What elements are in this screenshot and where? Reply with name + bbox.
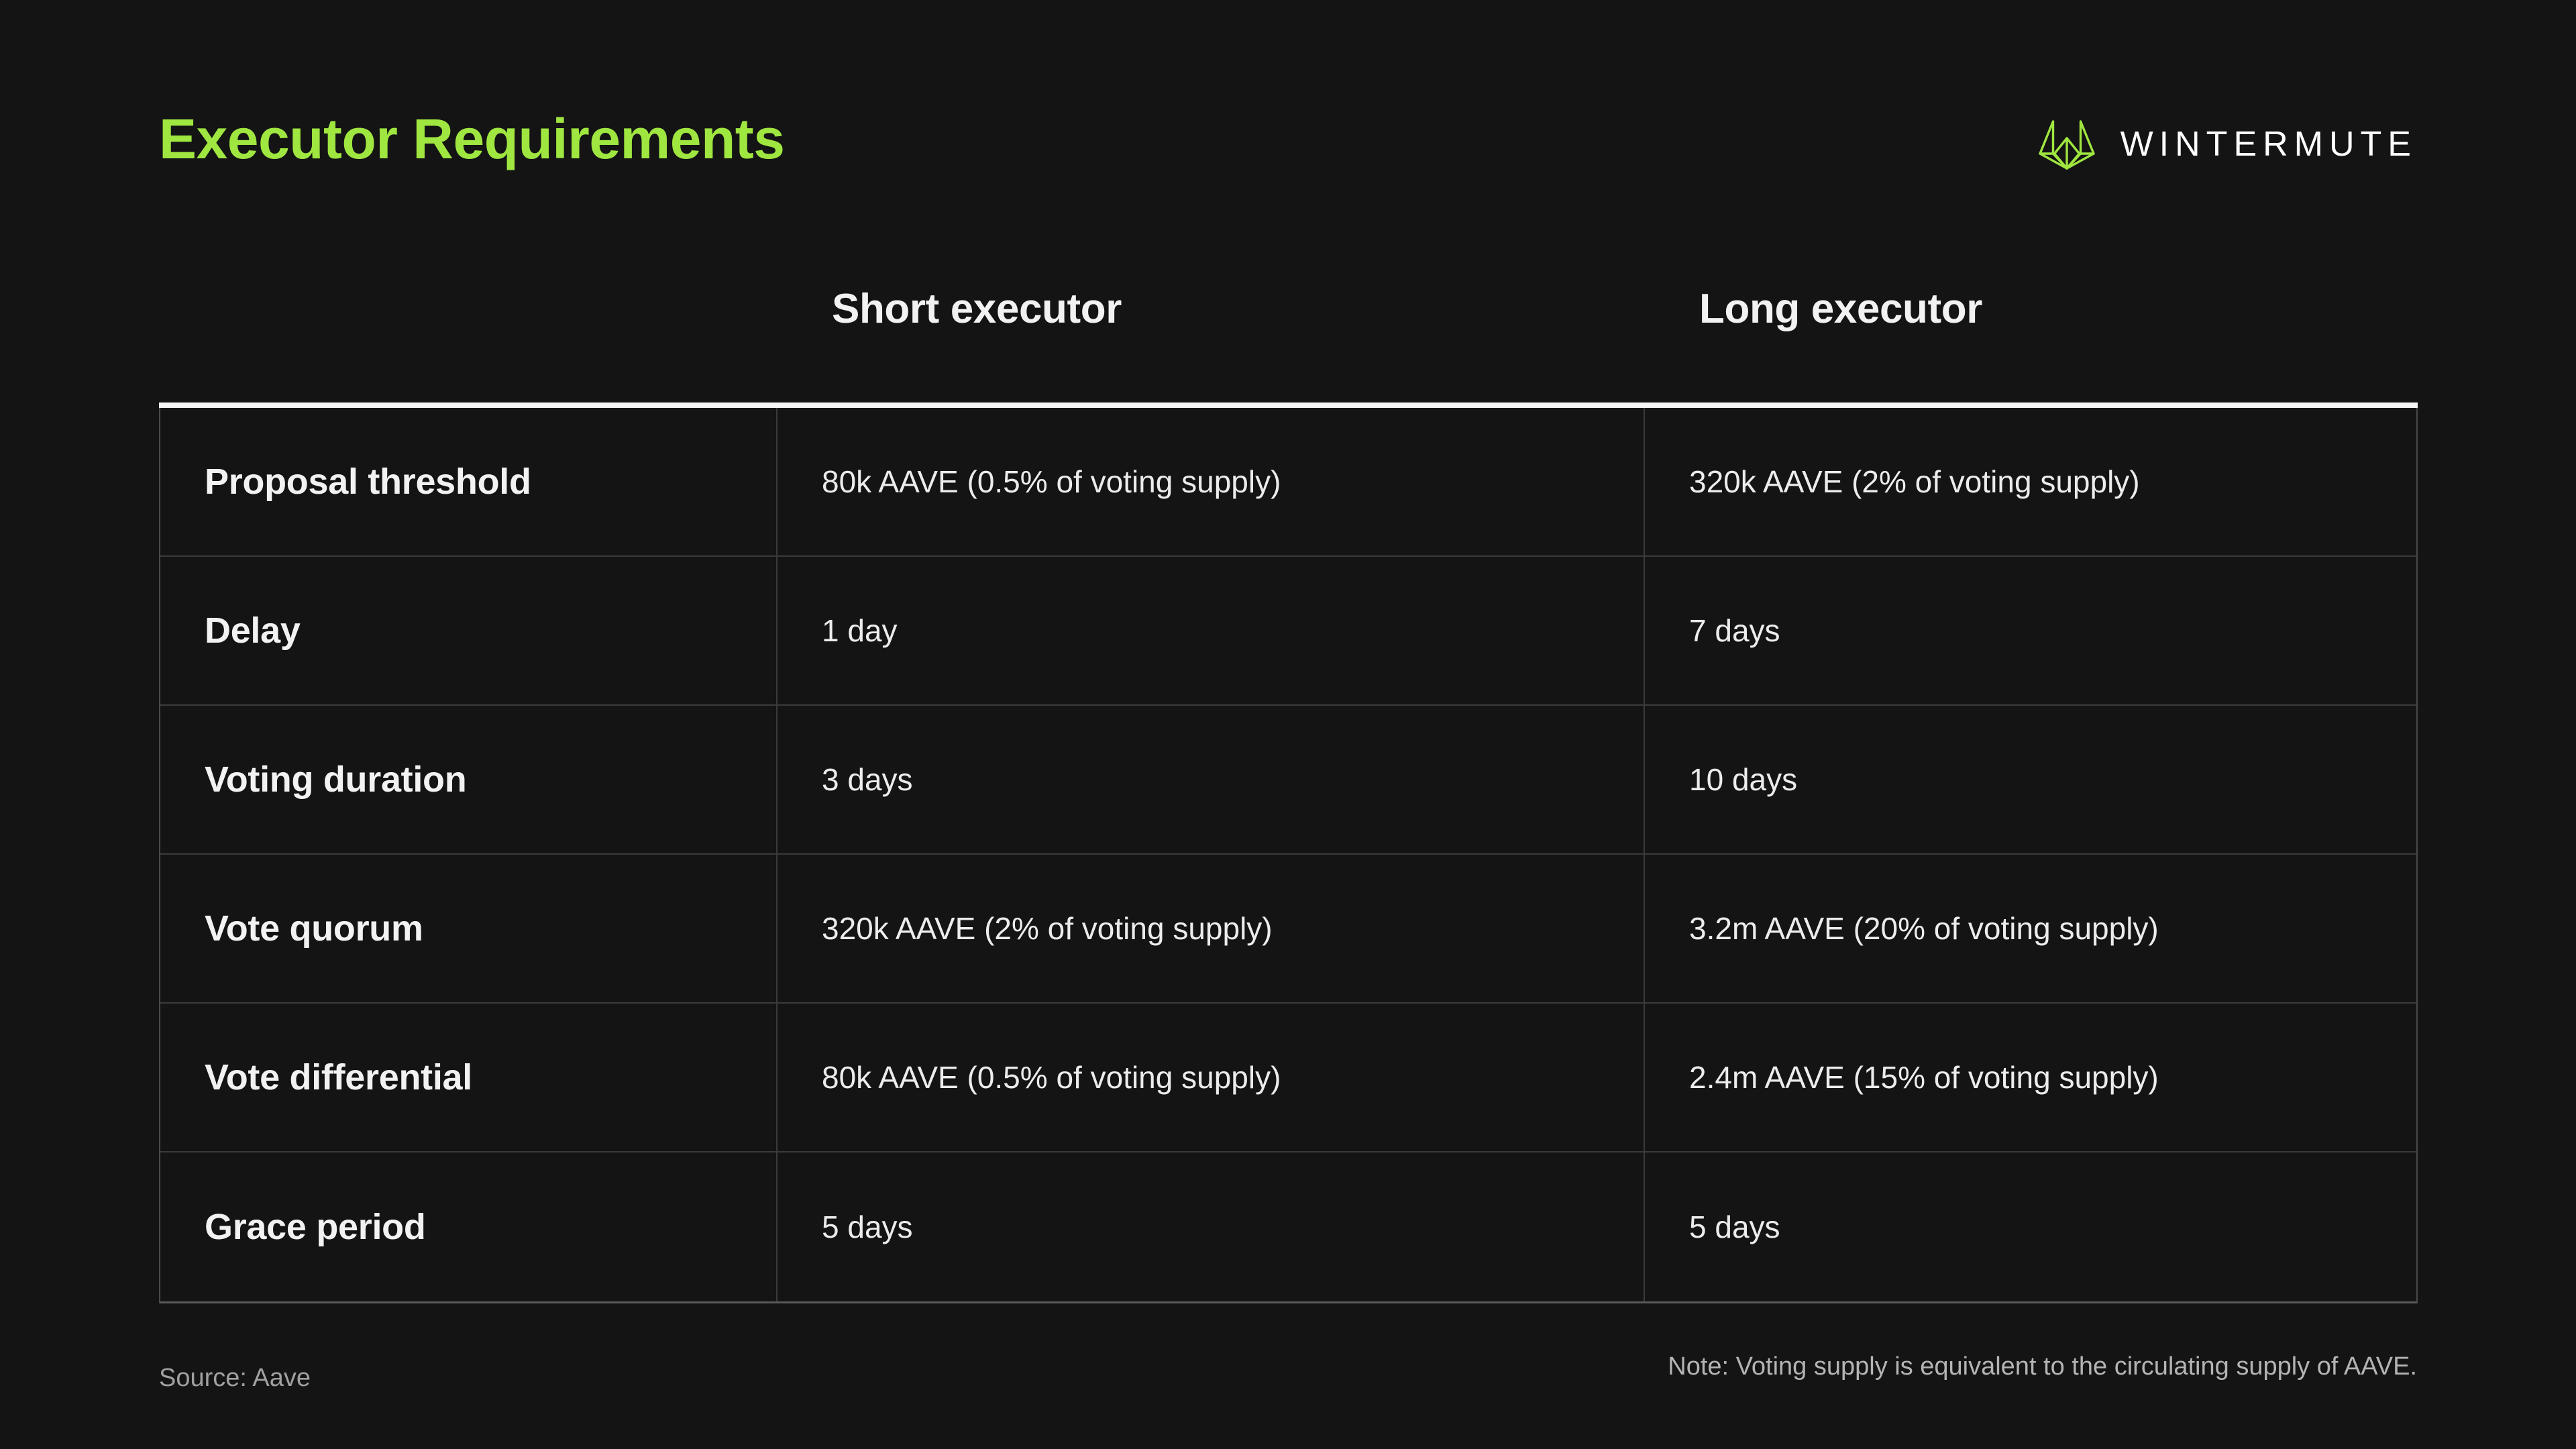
table-row: Voting duration 3 days 10 days (160, 706, 2416, 855)
footer-source: Source: Aave (159, 1364, 311, 1392)
cell-short-voting-duration: 3 days (777, 706, 1645, 853)
column-header-short-executor: Short executor (832, 286, 1122, 332)
table-row: Delay 1 day 7 days (160, 557, 2416, 706)
cell-short-proposal-threshold: 80k AAVE (0.5% of voting supply) (777, 408, 1645, 555)
cell-short-vote-differential: 80k AAVE (0.5% of voting supply) (777, 1004, 1645, 1151)
cell-short-delay: 1 day (777, 557, 1645, 704)
table-top-rule (159, 402, 2418, 408)
table-row: Grace period 5 days 5 days (160, 1152, 2416, 1301)
brand-wordmark: WINTERMUTE (2120, 125, 2417, 164)
footer-note: Note: Voting supply is equivalent to the… (1668, 1352, 2417, 1381)
table-row: Proposal threshold 80k AAVE (0.5% of vot… (160, 408, 2416, 557)
brand-logo: WINTERMUTE (2036, 111, 2417, 178)
cell-short-grace-period: 5 days (777, 1152, 1645, 1301)
requirements-table: Proposal threshold 80k AAVE (0.5% of vot… (159, 408, 2418, 1303)
cell-long-delay: 7 days (1689, 613, 1780, 648)
cell-long-vote-quorum: 3.2m AAVE (20% of voting supply) (1689, 911, 2159, 946)
cell-long-voting-duration: 10 days (1689, 762, 1798, 797)
row-label-vote-quorum: Vote quorum (160, 855, 777, 1002)
cell-long-vote-differential: 2.4m AAVE (15% of voting supply) (1689, 1060, 2159, 1095)
page-title: Executor Requirements (159, 107, 785, 170)
table-column-headers: Short executor Long executor (159, 288, 2418, 382)
table-row: Vote quorum 320k AAVE (2% of voting supp… (160, 855, 2416, 1004)
row-label-voting-duration: Voting duration (160, 706, 777, 853)
row-label-proposal-threshold: Proposal threshold (160, 408, 777, 555)
slide-canvas: Executor Requirements WINTERMUTE Short e… (0, 0, 2576, 1449)
row-label-vote-differential: Vote differential (160, 1004, 777, 1151)
cell-long-proposal-threshold: 320k AAVE (2% of voting supply) (1689, 464, 2140, 499)
row-label-grace-period: Grace period (160, 1152, 777, 1301)
wintermute-logo-icon (2036, 116, 2098, 172)
row-label-delay: Delay (160, 557, 777, 704)
cell-short-vote-quorum: 320k AAVE (2% of voting supply) (777, 855, 1645, 1002)
cell-long-grace-period: 5 days (1689, 1210, 1780, 1244)
column-header-long-executor: Long executor (1699, 286, 1982, 332)
table-row: Vote differential 80k AAVE (0.5% of voti… (160, 1004, 2416, 1152)
